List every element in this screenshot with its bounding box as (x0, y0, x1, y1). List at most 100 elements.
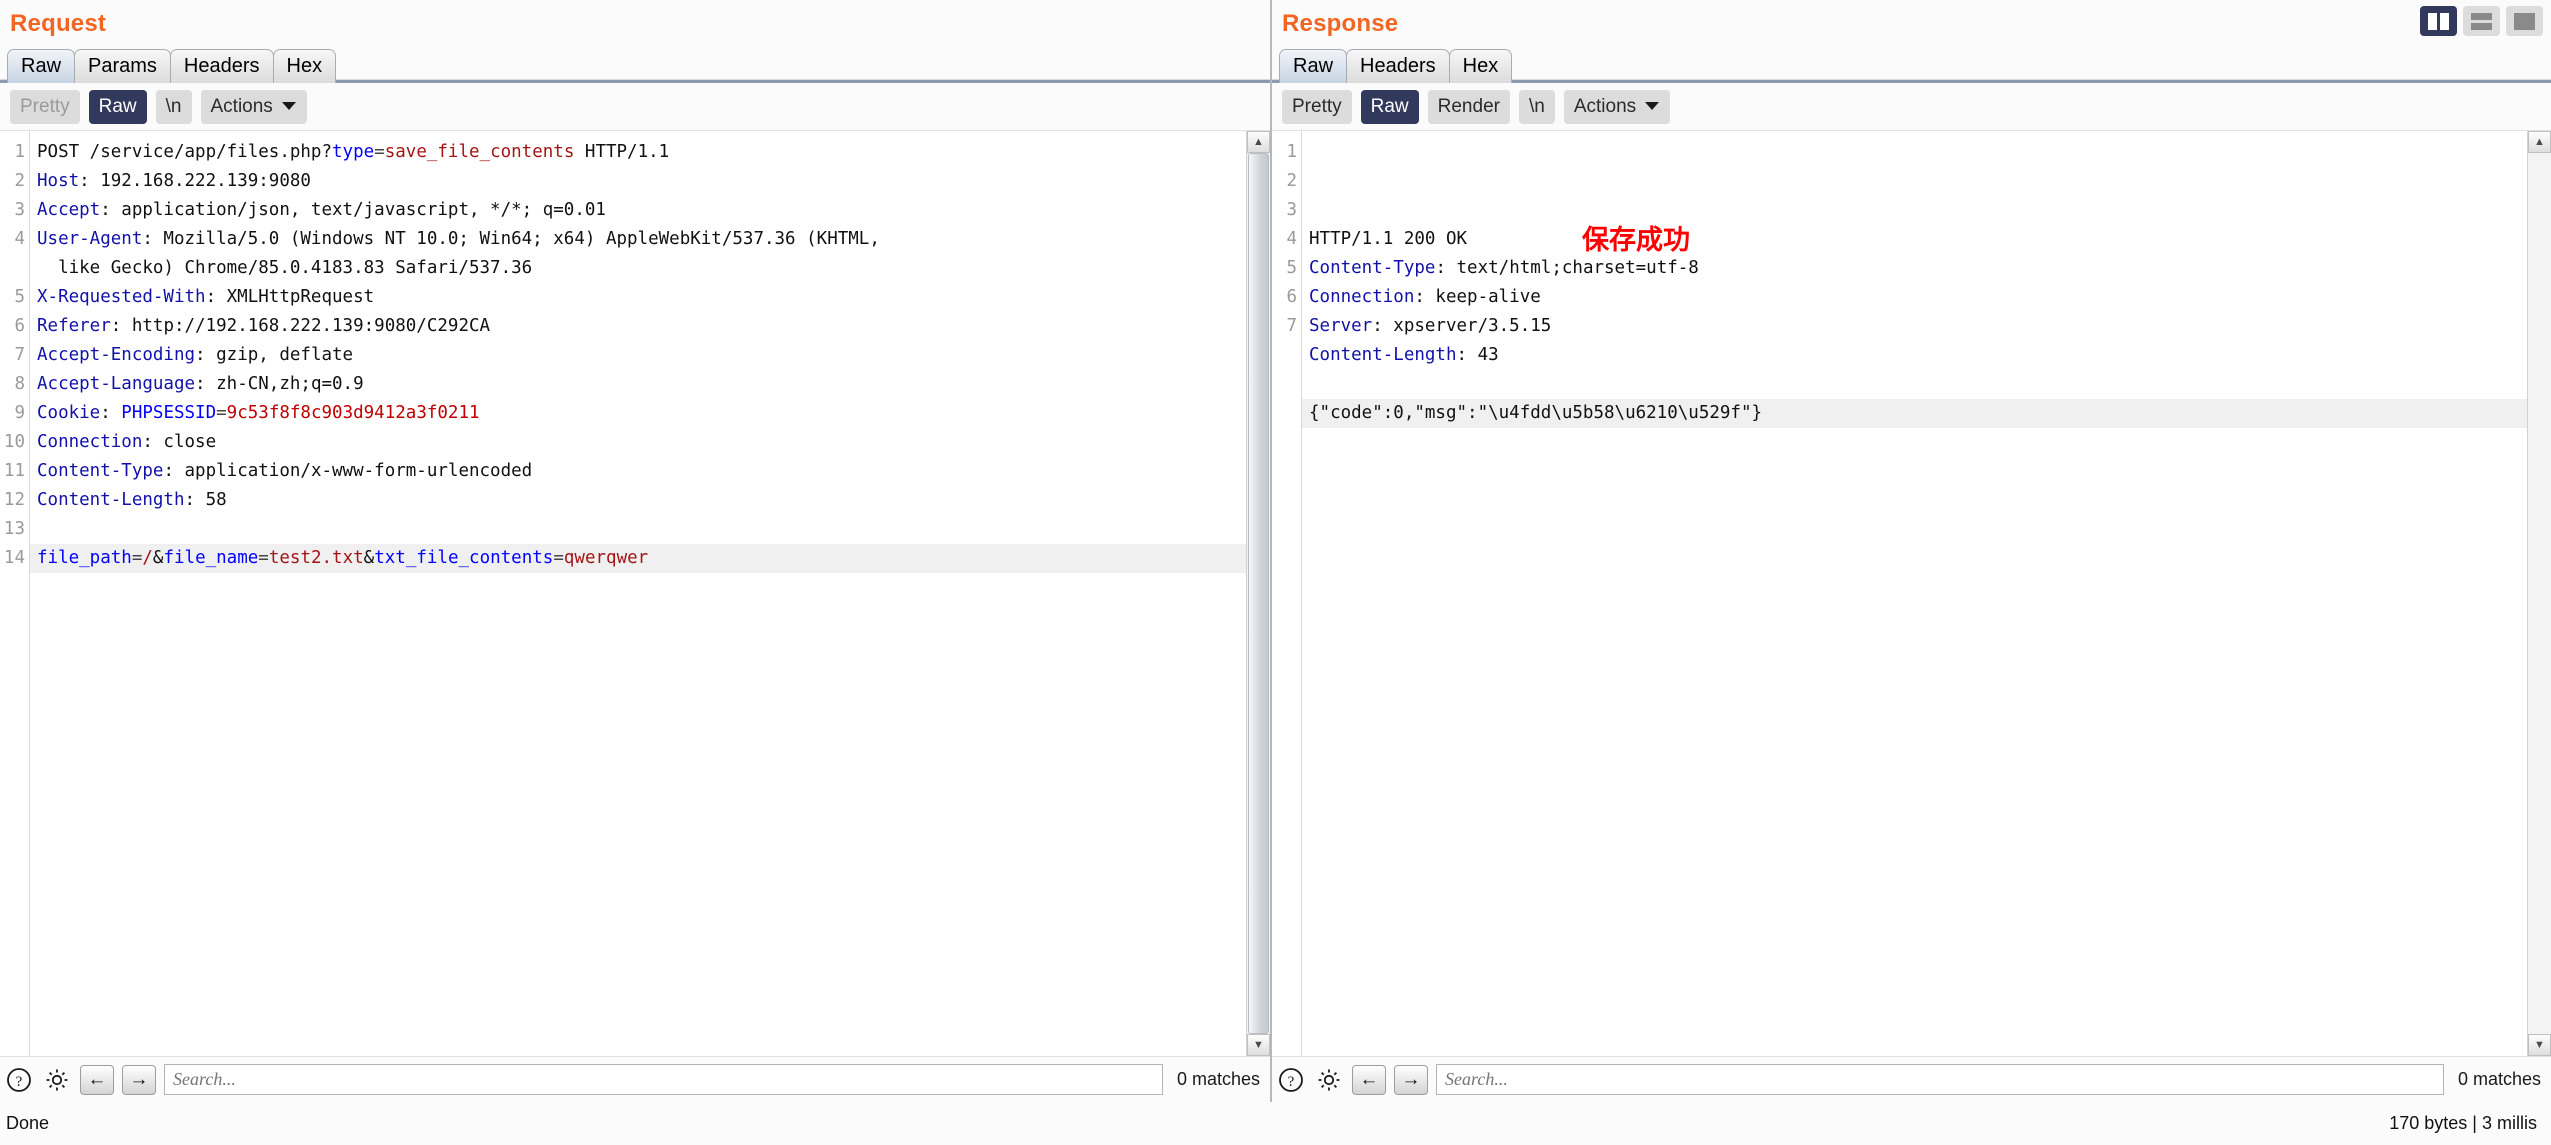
response-tab-headers[interactable]: Headers (1346, 49, 1450, 83)
code-token: Cookie (37, 403, 101, 423)
response-raw-button[interactable]: Raw (1360, 89, 1419, 124)
code-line[interactable] (1302, 370, 2527, 399)
code-token: : zh-CN,zh;q=0.9 (195, 374, 364, 394)
response-search-prev-button[interactable]: ← (1352, 1064, 1386, 1095)
response-pane: Response Raw Headers Hex Pretty Raw Rend… (1272, 0, 2551, 1102)
code-line[interactable]: Accept-Language: zh-CN,zh;q=0.9 (30, 370, 1246, 399)
line-number: 3 (1286, 200, 1297, 220)
request-search-input[interactable] (164, 1064, 1163, 1095)
request-line-numbers: 1 2 3 4 5 6 7 8 9 10 11 12 13 14 (0, 131, 30, 1056)
request-editor[interactable]: 1 2 3 4 5 6 7 8 9 10 11 12 13 14 POST /service/app/fi… (0, 131, 1246, 1056)
status-right-text: 170 bytes | 3 millis (2389, 1113, 2537, 1133)
request-gear-icon[interactable] (42, 1065, 72, 1095)
request-tab-raw[interactable]: Raw (7, 49, 76, 83)
code-token: = (374, 142, 385, 162)
code-line[interactable]: Cookie: PHPSESSID=9c53f8f8c903d9412a3f02… (30, 399, 1246, 428)
code-token: qwerqwer (563, 548, 649, 568)
code-line[interactable]: Connection: close (30, 428, 1246, 457)
response-scroll-track[interactable] (2528, 153, 2551, 1034)
request-tab-hex[interactable]: Hex (272, 49, 337, 83)
chevron-down-icon (281, 102, 296, 110)
code-line[interactable]: Content-Type: text/html;charset=utf-8 (1302, 254, 2527, 283)
response-search-bar: ? ← → 0 matches (1272, 1056, 2551, 1102)
code-line[interactable] (30, 515, 1246, 544)
layout-toggle-single-pane[interactable] (2506, 6, 2543, 36)
code-token: Referer (37, 316, 111, 336)
request-scroll-track[interactable] (1247, 153, 1270, 1034)
code-token: Connection (37, 432, 143, 452)
code-line[interactable]: HTTP/1.1 200 OK (1302, 225, 2527, 254)
line-number: 8 (14, 374, 25, 394)
response-render-button[interactable]: Render (1427, 89, 1510, 124)
scroll-up-arrow-icon[interactable]: ▲ (2528, 131, 2551, 153)
response-newline-button[interactable]: \n (1518, 89, 1555, 124)
request-title: Request (10, 10, 107, 37)
chevron-down-icon (1645, 102, 1660, 110)
request-help-icon[interactable]: ? (4, 1065, 34, 1095)
code-line[interactable]: Connection: keep-alive (1302, 283, 2527, 312)
request-pretty-button[interactable]: Pretty (10, 89, 80, 124)
code-line[interactable]: Accept: application/json, text/javascrip… (30, 196, 1246, 225)
request-tab-headers[interactable]: Headers (169, 49, 274, 83)
response-editor[interactable]: 1234567 保存成功 HTTP/1.1 200 OK Content-Type… (1272, 131, 2527, 1056)
code-token: : close (142, 432, 217, 452)
code-token: HTTP/1.1 200 OK (1309, 229, 1468, 249)
line-number: 13 (3, 519, 25, 539)
layout-toggle-split-horizontal[interactable] (2463, 6, 2500, 36)
request-code[interactable]: POST /service/app/files.php?type=save_fi… (30, 131, 1246, 1056)
code-token: file_path (37, 548, 132, 568)
response-help-icon[interactable]: ? (1276, 1065, 1306, 1095)
request-tab-params[interactable]: Params (74, 49, 171, 83)
code-token: Content-Type (37, 461, 164, 481)
line-number: 7 (1286, 316, 1297, 336)
request-scroll-thumb[interactable] (1248, 153, 1269, 1034)
code-token: = (216, 403, 227, 423)
request-actions-dropdown[interactable]: Actions (200, 89, 307, 124)
code-line[interactable]: X-Requested-With: XMLHttpRequest (30, 283, 1246, 312)
code-line[interactable]: like Gecko) Chrome/85.0.4183.83 Safari/5… (30, 254, 1246, 283)
request-search-prev-button[interactable]: ← (80, 1064, 114, 1095)
code-line[interactable]: POST /service/app/files.php?type=save_fi… (30, 138, 1246, 167)
scroll-down-arrow-icon[interactable]: ▼ (2528, 1034, 2551, 1056)
layout-toggle-split-vertical[interactable] (2420, 6, 2457, 36)
line-number: 3 (14, 200, 25, 220)
code-token: Server (1309, 316, 1373, 336)
response-vertical-scrollbar[interactable]: ▲ ▼ (2527, 131, 2551, 1056)
code-line[interactable]: User-Agent: Mozilla/5.0 (Windows NT 10.0… (30, 225, 1246, 254)
code-line[interactable]: Referer: http://192.168.222.139:9080/C29… (30, 312, 1246, 341)
response-gear-icon[interactable] (1314, 1065, 1344, 1095)
scroll-down-arrow-icon[interactable]: ▼ (1247, 1034, 1270, 1056)
line-number: 6 (1286, 287, 1297, 307)
code-line[interactable]: Content-Length: 58 (30, 486, 1246, 515)
code-line[interactable]: Content-Type: application/x-www-form-url… (30, 457, 1246, 486)
code-token: file_name (163, 548, 259, 568)
code-token: & (152, 548, 164, 568)
request-search-next-button[interactable]: → (122, 1064, 156, 1095)
line-number: 11 (3, 461, 25, 481)
response-tab-raw[interactable]: Raw (1279, 49, 1348, 83)
request-raw-button[interactable]: Raw (88, 89, 147, 124)
response-match-count: 0 matches (2457, 1069, 2541, 1089)
code-token: Content-Type (1309, 258, 1436, 278)
code-line[interactable]: Content-Length: 43 (1302, 341, 2527, 370)
code-token: Content-Length (37, 490, 185, 510)
request-vertical-scrollbar[interactable]: ▲ ▼ (1246, 131, 1270, 1056)
request-newline-button[interactable]: \n (155, 89, 192, 124)
scroll-up-arrow-icon[interactable]: ▲ (1247, 131, 1270, 153)
response-tabstrip: Raw Headers Hex (1272, 49, 2551, 83)
code-line[interactable]: file_path=/&file_name=test2.txt&txt_file… (30, 544, 1246, 573)
response-search-next-button[interactable]: → (1394, 1064, 1428, 1095)
code-line[interactable]: Accept-Encoding: gzip, deflate (30, 341, 1246, 370)
code-line[interactable]: Host: 192.168.222.139:9080 (30, 167, 1246, 196)
response-actions-dropdown[interactable]: Actions (1563, 89, 1671, 124)
response-tab-hex[interactable]: Hex (1448, 49, 1513, 83)
line-number: 4 (1286, 229, 1297, 249)
response-pretty-button[interactable]: Pretty (1282, 89, 1352, 124)
code-line[interactable]: {"code":0,"msg":"\u4fdd\u5b58\u6210\u529… (1302, 399, 2527, 428)
code-line[interactable]: Server: xpserver/3.5.15 (1302, 312, 2527, 341)
split-vertical-icon (2428, 12, 2449, 30)
response-code[interactable]: 保存成功 HTTP/1.1 200 OK Content-Type: text/h… (1302, 131, 2527, 1056)
request-tabstrip: Raw Params Headers Hex (0, 49, 1270, 83)
response-search-input[interactable] (1436, 1064, 2444, 1095)
code-token: POST /service/app/files.php? (37, 142, 333, 162)
